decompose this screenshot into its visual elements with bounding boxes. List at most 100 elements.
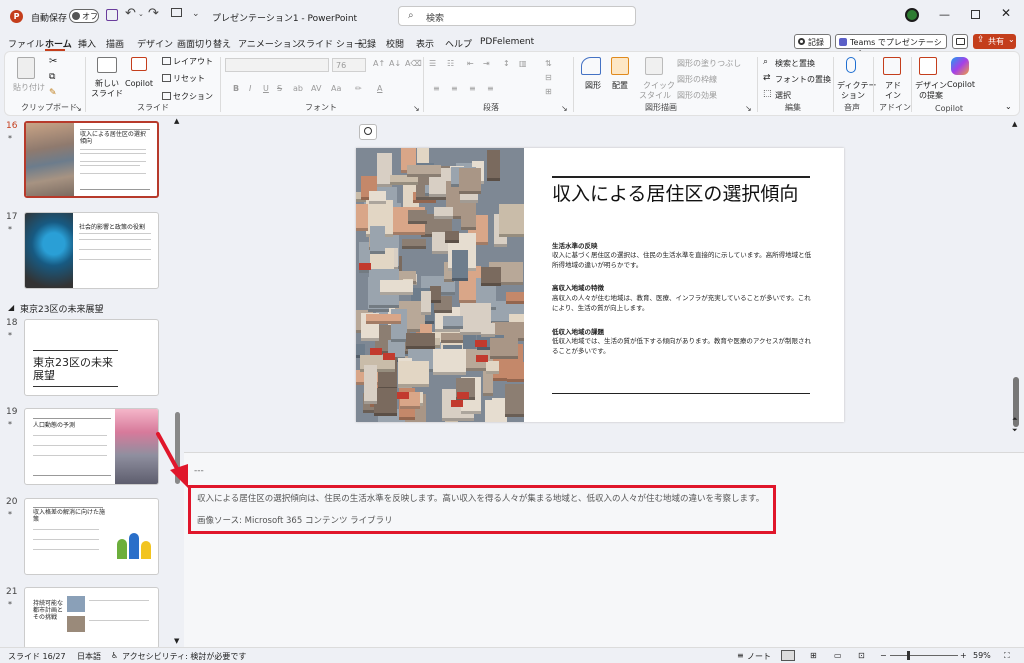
redo-icon[interactable]: ↷ — [148, 6, 159, 21]
clear-format-icon[interactable]: A⌫ — [405, 59, 422, 68]
thumbnail-slide-19[interactable]: 人口動態の予測 — [24, 408, 159, 485]
replace-font-button[interactable]: フォントの置換 — [775, 74, 831, 85]
reset-icon[interactable] — [162, 74, 171, 82]
increase-indent-icon[interactable]: ⇥ — [483, 59, 490, 68]
thumbnail-scrollbar[interactable]: ▲ ▼ — [173, 117, 183, 647]
thumbnail-slide-17[interactable]: 社会的影響と政策の役割 — [24, 212, 159, 289]
tab-design[interactable]: デザイン — [137, 37, 173, 50]
customize-qat-icon[interactable]: ⌄ — [192, 9, 200, 19]
strikethrough-icon[interactable]: S — [277, 84, 282, 93]
bold-icon[interactable]: B — [233, 84, 239, 93]
clipboard-launcher-icon[interactable]: ↘ — [75, 104, 82, 113]
accessibility-status[interactable]: アクセシビリティ: 検討が必要です — [122, 651, 246, 662]
zoom-out-icon[interactable]: − — [880, 651, 887, 660]
align-left-icon[interactable]: ≡ — [433, 84, 440, 93]
align-right-icon[interactable]: ≡ — [469, 84, 476, 93]
slide-sorter-icon[interactable]: ⊞ — [810, 651, 817, 660]
format-painter-icon[interactable]: ✎ — [49, 88, 57, 98]
design-ideas-label-2[interactable]: の提案 — [919, 90, 943, 101]
smartart-icon[interactable]: ⊞ — [545, 87, 552, 96]
notes-toggle[interactable]: ノート — [747, 651, 771, 662]
font-name-box[interactable] — [225, 58, 329, 72]
notes-icon[interactable]: ≡ — [737, 651, 744, 660]
tab-pdfelement[interactable]: PDFelement — [480, 37, 534, 47]
minimize-icon[interactable]: — — [939, 8, 950, 21]
tab-slideshow[interactable]: スライド ショー — [297, 37, 363, 50]
text-direction-icon[interactable]: ⇅ — [545, 59, 552, 68]
font-launcher-icon[interactable]: ↘ — [413, 104, 420, 113]
copilot-slide-label[interactable]: Copilot — [125, 79, 153, 88]
microphone-icon[interactable] — [846, 57, 856, 73]
replace-font-icon[interactable]: ⇄ — [763, 73, 771, 83]
paste-label[interactable]: 貼り付け — [13, 82, 45, 93]
thumbnail-slide-16[interactable]: 収入による居住区の選択傾向 — [24, 121, 159, 198]
shrink-font-icon[interactable]: A↓ — [389, 59, 401, 68]
shapes-icon[interactable] — [581, 57, 601, 75]
next-slide-icon[interactable]: ⏷ — [1012, 426, 1018, 435]
shapes-label[interactable]: 図形 — [585, 80, 601, 91]
change-case-icon[interactable]: Aa — [331, 84, 341, 93]
paste-icon[interactable] — [17, 57, 35, 79]
prev-slide-icon[interactable]: ⏶ — [1012, 415, 1018, 424]
addin-icon[interactable] — [883, 57, 901, 75]
copilot-slide-icon[interactable] — [131, 57, 147, 71]
zoom-slider[interactable] — [890, 655, 958, 656]
highlight-icon[interactable]: ✏ — [355, 84, 362, 93]
font-color-icon[interactable]: A — [377, 84, 382, 93]
find-replace-button[interactable]: 検索と置換 — [775, 58, 815, 69]
fit-slide-icon[interactable]: ⛶ — [1004, 651, 1010, 661]
notes-pane[interactable]: --- 収入による居住区の選択傾向は、住民の生活水準を反映します。高い収入を得る… — [184, 452, 1024, 647]
numbering-icon[interactable]: ☷ — [447, 59, 454, 68]
tab-insert[interactable]: 挿入 — [78, 37, 96, 50]
tab-animations[interactable]: アニメーション — [238, 37, 301, 50]
close-icon[interactable]: ✕ — [1001, 6, 1011, 20]
cut-icon[interactable]: ✂ — [49, 56, 57, 67]
ribbon-collapse-icon[interactable]: ⌄ — [1005, 102, 1012, 111]
normal-view-icon[interactable] — [781, 650, 795, 661]
dictate-label-2[interactable]: ション — [841, 90, 865, 101]
language[interactable]: 日本語 — [77, 651, 101, 662]
thumbnail-slide-18[interactable]: 東京23区の未来展望 — [24, 319, 159, 396]
slideshow-icon[interactable]: ⊡ — [858, 651, 865, 660]
char-spacing-icon[interactable]: AV — [311, 84, 321, 93]
select-icon[interactable]: ⬚ — [763, 89, 772, 99]
reset-button[interactable]: リセット — [173, 73, 205, 84]
zoom-slider-thumb[interactable] — [907, 651, 910, 660]
paragraph-launcher-icon[interactable]: ↘ — [561, 104, 568, 113]
arrange-label[interactable]: 配置 — [612, 80, 628, 91]
design-ideas-icon[interactable] — [919, 57, 937, 75]
align-center-icon[interactable]: ≡ — [451, 84, 458, 93]
shape-effect-button[interactable]: 図形の効果 — [677, 90, 717, 101]
tab-transitions[interactable]: 画面切り替え — [177, 37, 231, 50]
font-size-box[interactable]: 76 — [332, 58, 366, 72]
layout-icon[interactable] — [162, 57, 171, 65]
arrange-icon[interactable] — [611, 57, 629, 75]
quick-style-label-2[interactable]: スタイル — [639, 90, 671, 101]
shape-outline-button[interactable]: 図形の枠線 — [677, 74, 717, 85]
grow-font-icon[interactable]: A↑ — [373, 59, 385, 68]
editor-scroll-up-icon[interactable]: ▲ — [1012, 120, 1017, 128]
zoom-in-icon[interactable]: + — [960, 651, 967, 660]
align-text-icon[interactable]: ⊟ — [545, 73, 552, 82]
thumbnail-slide-21[interactable]: 持続可能な都市計画とその挑戦 — [24, 587, 159, 647]
thumbnail-slide-20[interactable]: 収入格差の解消に向けた施策 — [24, 498, 159, 575]
user-avatar[interactable] — [905, 8, 919, 22]
section-collapse-icon[interactable]: ◢ — [8, 303, 14, 312]
scroll-down-icon[interactable]: ▼ — [174, 637, 179, 645]
layout-button[interactable]: レイアウト — [173, 56, 213, 67]
present-icon[interactable] — [171, 8, 182, 17]
copilot-label[interactable]: Copilot — [947, 80, 975, 89]
shape-fill-button[interactable]: 図形の塗りつぶし — [677, 58, 741, 69]
section-button[interactable]: セクション — [173, 91, 213, 102]
tab-record[interactable]: 記録 — [358, 37, 376, 50]
tab-review[interactable]: 校閲 — [386, 37, 404, 50]
bullets-icon[interactable]: ☰ — [429, 59, 436, 68]
drawing-launcher-icon[interactable]: ↘ — [745, 104, 752, 113]
undo-icon[interactable]: ↶ — [125, 6, 136, 21]
tab-draw[interactable]: 描画 — [106, 37, 124, 50]
underline-icon[interactable]: U — [263, 84, 269, 93]
zoom-level[interactable]: 59% — [973, 651, 991, 660]
addin-label-2[interactable]: イン — [885, 90, 901, 101]
shadow-icon[interactable]: ab — [293, 84, 303, 93]
section-icon[interactable] — [162, 92, 171, 100]
